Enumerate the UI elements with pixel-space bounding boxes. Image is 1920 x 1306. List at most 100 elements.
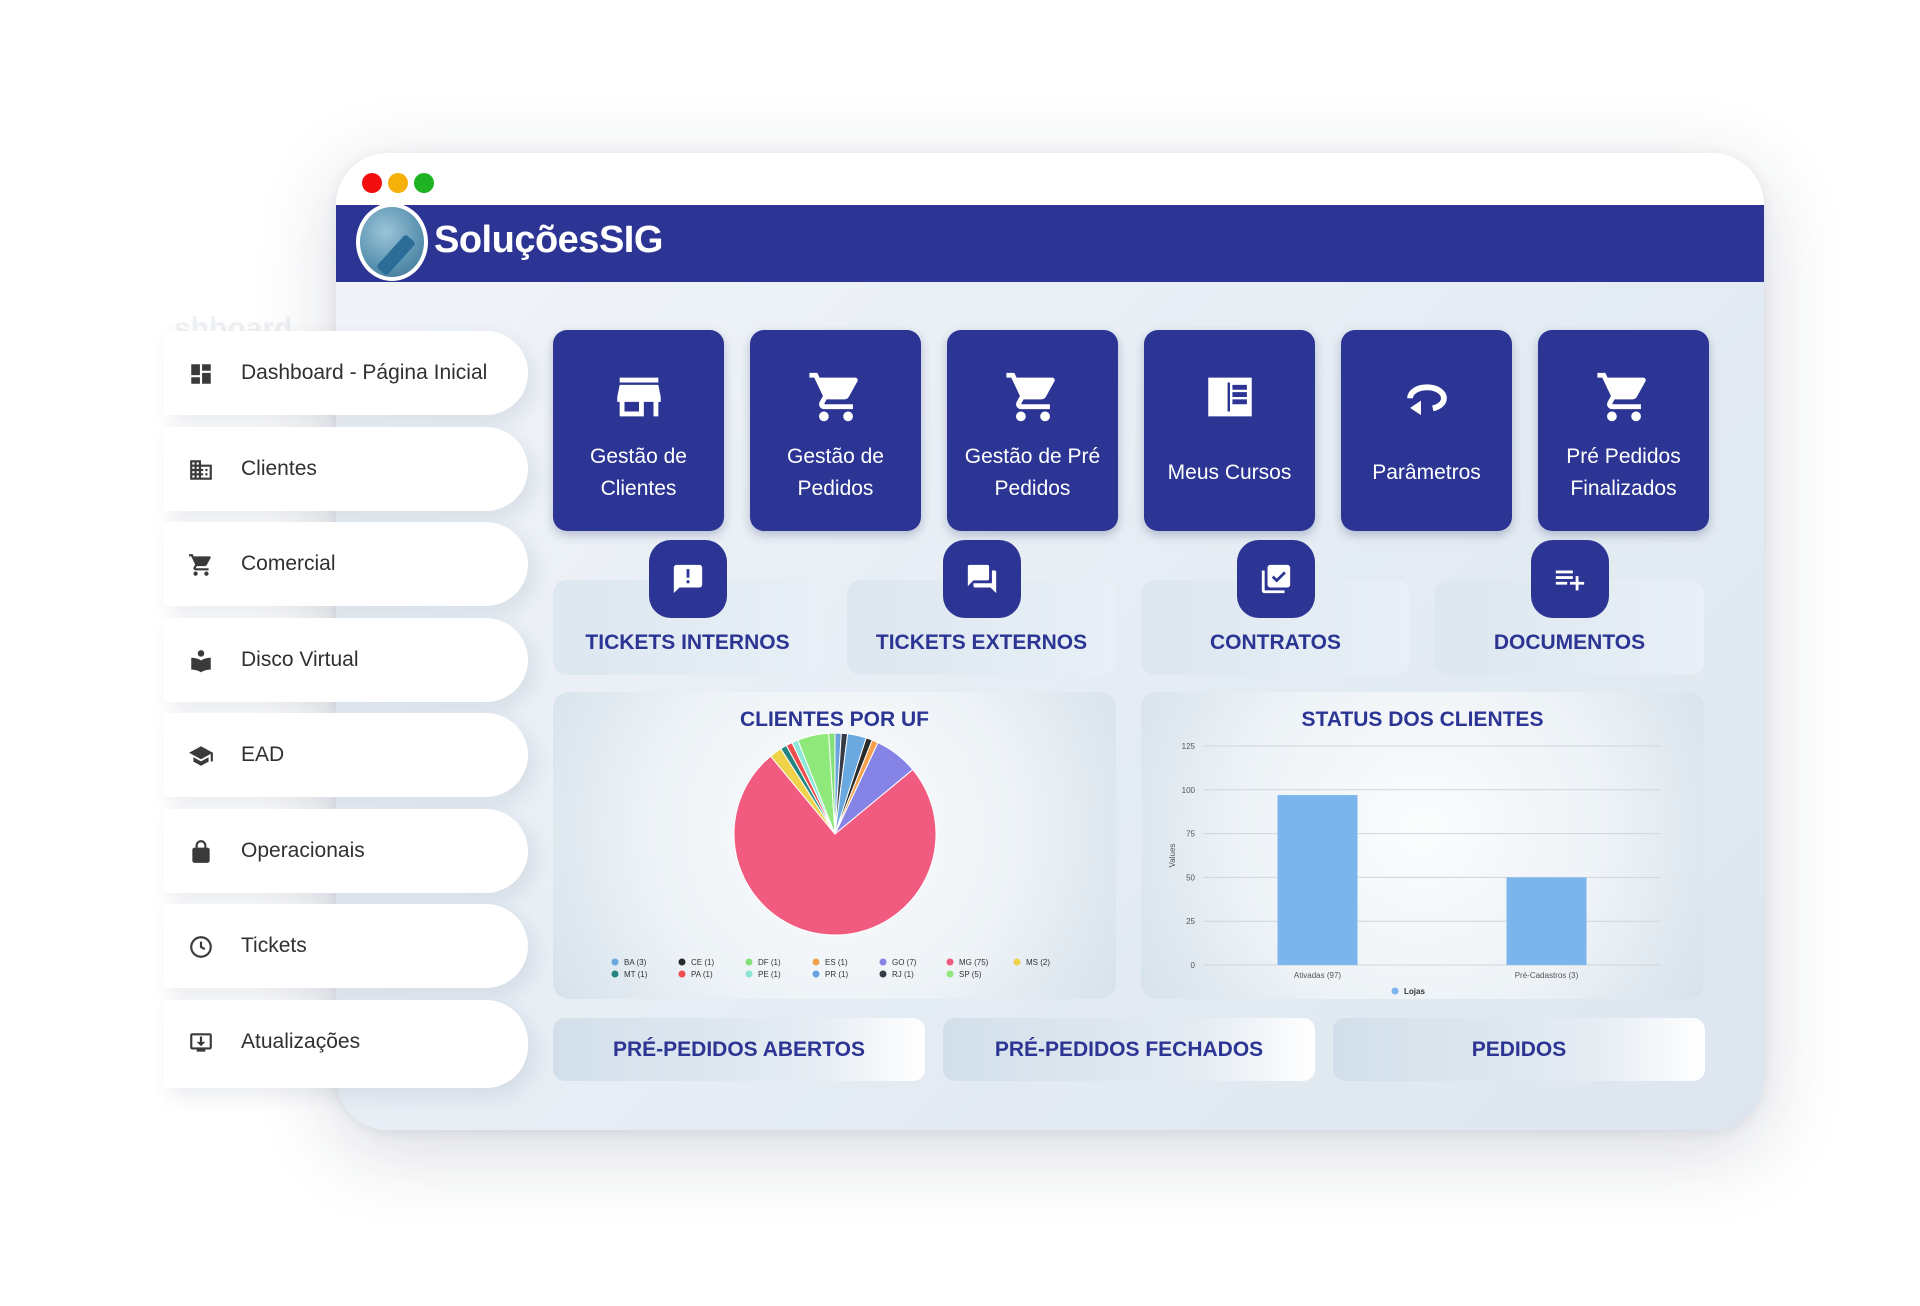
quick-tickets-externos[interactable]: TICKETS EXTERNOS bbox=[847, 540, 1116, 675]
tile-meus-cursos[interactable]: Meus Cursos bbox=[1144, 330, 1315, 531]
book-reader-icon bbox=[191, 650, 211, 673]
tile-label: Meus Cursos bbox=[1167, 461, 1292, 484]
lock-icon bbox=[192, 840, 210, 863]
tile-label: Gestão de Pré Pedidos bbox=[964, 445, 1101, 500]
quick-badge[interactable] bbox=[648, 540, 727, 618]
legend-label[interactable]: GO (7) bbox=[892, 958, 917, 967]
legend-swatch bbox=[611, 970, 619, 978]
legend-label[interactable]: SP (5) bbox=[959, 970, 982, 979]
playlist-add-icon bbox=[1555, 570, 1584, 591]
legend-swatch bbox=[678, 970, 686, 978]
button-pedidos[interactable]: PEDIDOS bbox=[1333, 1018, 1705, 1081]
tile-gestao-de-pre-pedidos[interactable]: Gestão de Pré Pedidos bbox=[947, 330, 1118, 531]
quick-badge[interactable] bbox=[1236, 540, 1315, 618]
alert-message-icon bbox=[673, 564, 702, 594]
legend-swatch bbox=[1013, 958, 1021, 966]
brand-name: SoluçõesSIG bbox=[434, 219, 663, 261]
quick-label: TICKETS INTERNOS bbox=[585, 631, 790, 654]
legend-label[interactable]: DF (1) bbox=[758, 958, 781, 967]
sidebar-item-clientes[interactable]: Clientes bbox=[164, 427, 528, 511]
sidebar-item-comercial[interactable]: Comercial bbox=[164, 522, 528, 606]
cart-icon bbox=[808, 372, 858, 422]
legend-swatch bbox=[745, 970, 753, 978]
sidebar-item-label: EAD bbox=[241, 743, 285, 766]
y-axis-label: Values bbox=[1168, 844, 1177, 868]
y-tick-label: 125 bbox=[1182, 742, 1196, 751]
button-pre-pedidos-fechados[interactable]: PRÉ-PEDIDOS FECHADOS bbox=[943, 1018, 1315, 1081]
brand-logo[interactable] bbox=[356, 203, 428, 281]
legend-label[interactable]: CE (1) bbox=[691, 958, 714, 967]
tile-label: Gestão de Pedidos bbox=[787, 445, 884, 500]
clock-icon bbox=[190, 936, 212, 958]
x-tick-label: Ativadas (97) bbox=[1294, 971, 1341, 980]
y-tick-label: 0 bbox=[1191, 961, 1196, 970]
sidebar-item-ead[interactable]: EAD bbox=[164, 713, 528, 797]
sidebar-item-atualizacoes[interactable]: Atualizações bbox=[164, 1000, 528, 1088]
quick-label: TICKETS EXTERNOS bbox=[875, 631, 1088, 654]
tile-pre-pedidos-finalizados[interactable]: Pré Pedidos Finalizados bbox=[1538, 330, 1709, 531]
quick-label: CONTRATOS bbox=[1209, 631, 1342, 654]
quick-tickets-internos[interactable]: TICKETS INTERNOS bbox=[553, 540, 822, 675]
legend-label[interactable]: ES (1) bbox=[825, 958, 848, 967]
legend-label[interactable]: PA (1) bbox=[691, 970, 713, 979]
legend-label[interactable]: Lojas bbox=[1404, 987, 1425, 996]
legend-label[interactable]: MS (2) bbox=[1026, 958, 1050, 967]
legend-label[interactable]: MG (75) bbox=[959, 958, 989, 967]
checklist-icon bbox=[1261, 564, 1290, 594]
sidebar-item-label: Clientes bbox=[241, 457, 317, 480]
cart-icon bbox=[189, 554, 211, 576]
sidebar-item-label: Atualizações bbox=[241, 1030, 361, 1053]
legend-swatch bbox=[611, 958, 619, 966]
tile-label: Parâmetros bbox=[1372, 461, 1481, 484]
legend-label[interactable]: MT (1) bbox=[624, 970, 648, 979]
logo-mark bbox=[376, 233, 416, 277]
cart-icon bbox=[1005, 372, 1055, 422]
sidebar-item-disco-virtual[interactable]: Disco Virtual bbox=[164, 618, 528, 702]
legend-swatch bbox=[812, 958, 820, 966]
y-tick-label: 100 bbox=[1182, 786, 1196, 795]
pie-chart: BA (3) CE (1) DF (1) ES (1) GO (7) MG (75) MS … bbox=[611, 732, 1050, 979]
legend-swatch bbox=[946, 970, 954, 978]
legend-swatch bbox=[879, 958, 887, 966]
chart-card-status-dos-clientes: STATUS DOS CLIENTES 0 25 50 75 100 125 Values A… bbox=[1141, 692, 1704, 999]
rotate-icon bbox=[1406, 384, 1447, 416]
tile-parametros[interactable]: Parâmetros bbox=[1341, 330, 1512, 531]
close-window-dot[interactable] bbox=[362, 173, 382, 193]
sidebar-item-operacionais[interactable]: Operacionais bbox=[164, 809, 528, 893]
tile-gestao-de-clientes[interactable]: Gestão de Clientes bbox=[553, 330, 724, 531]
sidebar-item-label: Operacionais bbox=[241, 839, 365, 862]
maximize-window-dot[interactable] bbox=[414, 173, 434, 193]
store-icon bbox=[616, 377, 661, 417]
legend-label[interactable]: PR (1) bbox=[825, 970, 848, 979]
bar-1[interactable] bbox=[1277, 795, 1358, 965]
minimize-window-dot[interactable] bbox=[388, 173, 408, 193]
quick-badge[interactable] bbox=[942, 540, 1021, 618]
legend-swatch bbox=[879, 970, 887, 978]
bar-2[interactable] bbox=[1506, 877, 1587, 965]
legend-label[interactable]: PE (1) bbox=[758, 970, 781, 979]
bar-chart: 0 25 50 75 100 125 Values Ativadas (97) Pré-Cada… bbox=[1168, 742, 1661, 996]
legend-swatch bbox=[1391, 987, 1399, 995]
quick-contratos[interactable]: CONTRATOS bbox=[1141, 540, 1410, 675]
quick-documentos[interactable]: DOCUMENTOS bbox=[1435, 540, 1704, 675]
quick-badge[interactable] bbox=[1530, 540, 1609, 618]
sidebar-item-label: Comercial bbox=[241, 552, 336, 575]
building-icon bbox=[190, 460, 212, 480]
sidebar-item-label: Dashboard - Página Inicial bbox=[241, 361, 488, 384]
tile-gestao-de-pedidos[interactable]: Gestão de Pedidos bbox=[750, 330, 921, 531]
chart-card-clientes-por-uf: CLIENTES POR UF BA (3) CE (1) DF (1) ES (1)… bbox=[553, 692, 1116, 999]
legend-swatch bbox=[745, 958, 753, 966]
legend-swatch bbox=[812, 970, 820, 978]
chat-icon bbox=[967, 564, 996, 594]
window-titlebar bbox=[336, 153, 1764, 205]
x-tick-label: Pré-Cadastros (3) bbox=[1515, 971, 1579, 980]
graduation-cap-icon bbox=[189, 746, 213, 766]
legend-label[interactable]: BA (3) bbox=[624, 958, 647, 967]
legend-swatch bbox=[946, 958, 954, 966]
legend-label[interactable]: RJ (1) bbox=[892, 970, 914, 979]
tile-label: Pré Pedidos Finalizados bbox=[1566, 445, 1681, 500]
sidebar-item-tickets[interactable]: Tickets bbox=[164, 904, 528, 988]
sidebar-item-dashboard[interactable]: Dashboard - Página Inicial bbox=[164, 331, 528, 415]
button-pre-pedidos-abertos[interactable]: PRÉ-PEDIDOS ABERTOS bbox=[553, 1018, 925, 1081]
y-tick-label: 25 bbox=[1186, 917, 1195, 926]
